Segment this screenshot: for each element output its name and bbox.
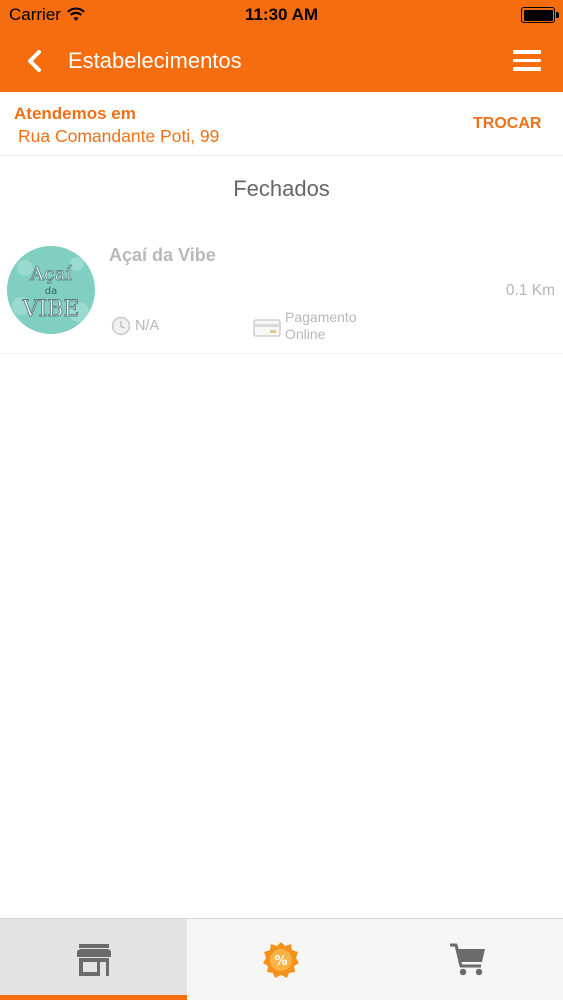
logo-text-line1: Açaí [29, 263, 73, 285]
location-address: Rua Comandante Poti, 99 [18, 126, 220, 146]
delivery-location-bar: Atendemos em Rua Comandante Poti, 99 TRO… [0, 92, 563, 156]
discount-badge-icon: % [262, 942, 299, 978]
active-tab-indicator [0, 995, 187, 1000]
status-bar: Carrier 11:30 AM [0, 0, 563, 30]
store-icon [76, 944, 111, 976]
hamburger-menu-icon[interactable] [513, 46, 547, 76]
store-logo: Açaí da VIBE [7, 246, 95, 334]
chevron-left-icon[interactable] [20, 46, 48, 76]
payment-line-2: Online [285, 326, 326, 342]
tab-promotions[interactable]: % [187, 919, 374, 1000]
logo-text-line2: da [45, 286, 57, 297]
delivery-time: N/A [135, 318, 160, 334]
tab-bar: % [0, 918, 563, 1000]
credit-card-icon [253, 319, 281, 337]
store-list-item[interactable]: Açaí da VIBE Açaí da Vibe 0.1 Km N/A Pag… [0, 236, 563, 354]
store-name: Açaí da Vibe [109, 245, 216, 265]
logo-text-line3: VIBE [22, 297, 80, 322]
location-label: Atendemos em [14, 104, 136, 123]
payment-line-1: Pagamento [285, 309, 357, 325]
tab-stores[interactable] [0, 919, 187, 1000]
nav-bar: Estabelecimentos [0, 30, 563, 92]
change-location-button[interactable]: TROCAR [473, 115, 541, 133]
status-time: 11:30 AM [244, 5, 319, 24]
section-title-closed: Fechados [233, 176, 330, 201]
payment-online-label: Pagamento Online [285, 309, 375, 343]
clock-icon [111, 316, 131, 336]
tab-cart[interactable] [374, 919, 563, 1000]
battery-icon [521, 7, 559, 23]
cart-icon [449, 943, 485, 976]
svg-text:%: % [274, 954, 287, 969]
store-distance: 0.1 Km [505, 282, 555, 299]
page-title: Estabelecimentos [68, 48, 242, 73]
